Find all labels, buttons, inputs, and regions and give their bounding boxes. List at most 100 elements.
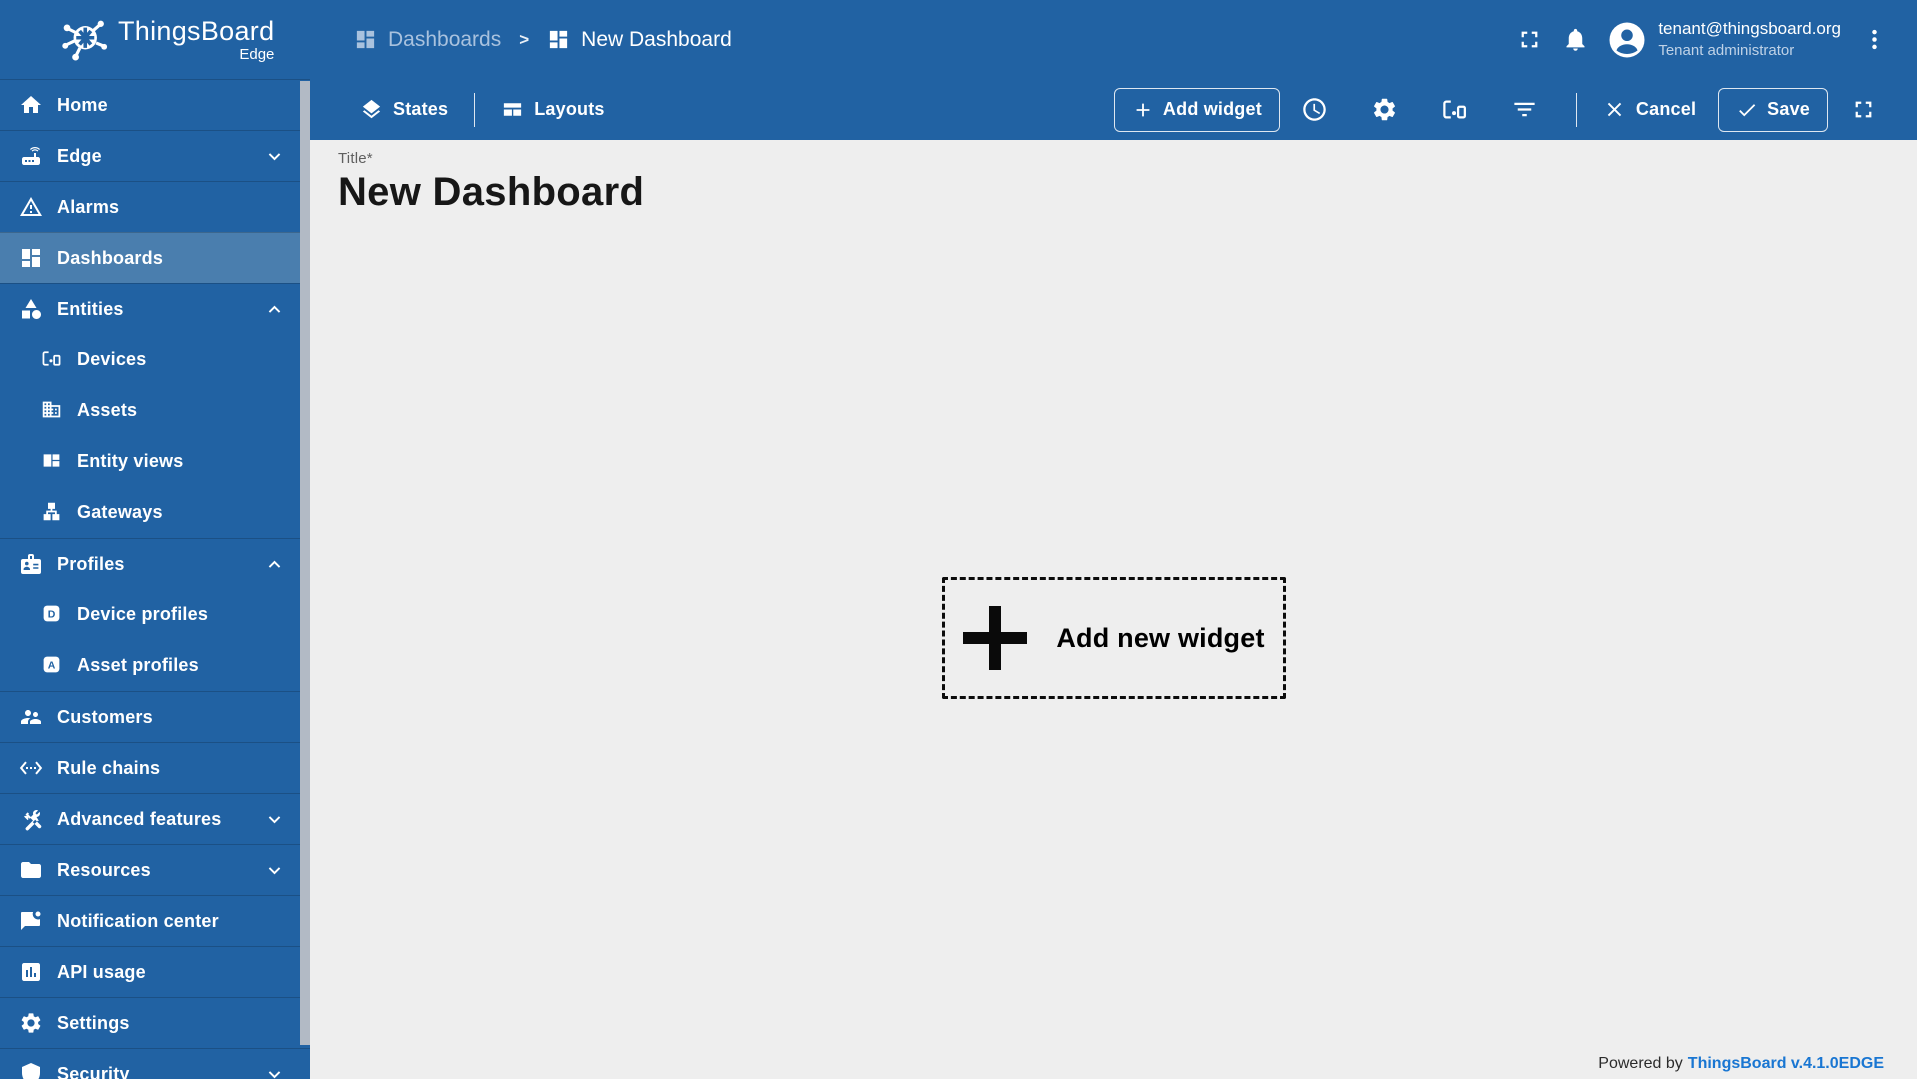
sidebar-item-alarms[interactable]: Alarms [0, 181, 310, 232]
states-layers-icon [362, 99, 381, 119]
sidebar-item-security[interactable]: Security [0, 1048, 310, 1079]
toolbar-divider [1575, 92, 1577, 127]
sidebar-item-notification-center[interactable]: Notification center [0, 895, 310, 946]
powered-by-text: Powered by [1598, 1055, 1683, 1072]
sidebar-item-home[interactable]: Home [0, 79, 310, 130]
sidebar-item-advanced-features[interactable]: Advanced features [0, 793, 310, 844]
sidebar-item-gateways[interactable]: Gateways [0, 487, 310, 538]
breadcrumb-dashboards[interactable]: Dashboards [354, 28, 501, 52]
cancel-button[interactable]: Cancel [1593, 90, 1706, 129]
resources-folder-icon [19, 858, 43, 882]
sidebar-item-edge[interactable]: Edge [0, 130, 310, 181]
sidebar-item-label: Notification center [57, 910, 219, 931]
sidebar-item-label: Devices [77, 349, 147, 369]
advanced-features-icon [19, 807, 43, 831]
dashboard-title-block: Title* New Dashboard [338, 150, 1917, 215]
sidebar-item-label: Dashboards [57, 247, 164, 268]
dashboards-icon [550, 30, 568, 49]
sidebar-item-customers[interactable]: Customers [0, 691, 310, 742]
scrollbar-thumb[interactable] [300, 81, 310, 1045]
brand-name: ThingsBoard [118, 16, 275, 46]
more-vert-icon[interactable] [1851, 17, 1897, 63]
sidebar-item-entities[interactable]: Entities [0, 283, 310, 334]
dashboard-title[interactable]: New Dashboard [338, 170, 1917, 215]
user-email: tenant@thingsboard.org [1658, 18, 1841, 38]
sidebar-item-label: Gateways [77, 502, 163, 522]
sidebar-item-label: Home [57, 94, 108, 115]
sidebar-item-assets[interactable]: Assets [0, 385, 310, 436]
sidebar-item-devices[interactable]: Devices [0, 334, 310, 385]
chevron-down-icon [263, 1063, 286, 1079]
notifications-bell-icon[interactable] [1552, 17, 1598, 63]
plus-icon [1136, 103, 1150, 116]
sidebar-item-asset-profiles[interactable]: A Asset profiles [0, 640, 310, 691]
chevron-down-icon [263, 808, 286, 831]
fullscreen-icon[interactable] [1506, 17, 1552, 63]
sidebar-item-label: Security [57, 1063, 130, 1079]
account-circle-icon[interactable] [1606, 19, 1648, 61]
filter-icon[interactable] [1501, 86, 1549, 134]
customers-icon [19, 705, 43, 729]
title-field-label: Title* [338, 150, 373, 167]
sidebar-item-label: Device profiles [77, 604, 209, 624]
brand-logo[interactable]: ThingsBoard Edge [0, 13, 310, 67]
top-header: ThingsBoard Edge Dashboards > New Dashbo… [0, 0, 1917, 79]
sidebar-scrollbar[interactable] [300, 79, 310, 1079]
sidebar-item-device-profiles[interactable]: D Device profiles [0, 589, 310, 640]
device-profiles-letter-icon: D [41, 603, 62, 627]
add-widget-button[interactable]: Add widget [1113, 87, 1280, 132]
sidebar-item-settings[interactable]: Settings [0, 997, 310, 1048]
sidebar-item-label: Settings [57, 1012, 130, 1033]
sidebar-item-label: Customers [57, 706, 153, 727]
breadcrumb: Dashboards > New Dashboard [354, 28, 732, 52]
sidebar-item-resources[interactable]: Resources [0, 844, 310, 895]
entity-aliases-icon[interactable] [1431, 86, 1479, 134]
security-shield-icon [19, 1062, 43, 1079]
sidebar-item-label: Alarms [57, 196, 120, 217]
sidebar-item-label: Entity views [77, 451, 184, 471]
breadcrumb-label: Dashboards [388, 27, 502, 51]
states-button[interactable]: States [350, 90, 458, 129]
entities-category-icon [19, 297, 43, 321]
user-info[interactable]: tenant@thingsboard.org Tenant administra… [1658, 18, 1841, 61]
dashboards-icon [19, 246, 43, 270]
fullscreen-icon[interactable] [1839, 86, 1887, 134]
sidebar-item-label: Rule chains [57, 757, 161, 778]
devices-icon [41, 348, 62, 372]
asset-profiles-letter-icon: A [41, 654, 62, 678]
chevron-down-icon [263, 859, 286, 882]
dashboards-icon [356, 30, 375, 49]
chevron-up-icon [263, 298, 286, 321]
sidebar-item-label: API usage [57, 961, 146, 982]
dashboard-settings-gear-icon[interactable] [1361, 86, 1409, 134]
version-link[interactable]: ThingsBoard v.4.1.0EDGE [1688, 1055, 1884, 1072]
time-window-clock-icon[interactable] [1291, 86, 1339, 134]
layouts-button[interactable]: Layouts [491, 90, 614, 129]
toolbar-divider [474, 92, 476, 127]
chevron-up-icon [263, 553, 286, 576]
user-role: Tenant administrator [1658, 41, 1795, 59]
breadcrumb-current-new-dashboard: New Dashboard [547, 28, 732, 52]
sidebar-item-label: Asset profiles [77, 655, 199, 675]
plus-icon [962, 605, 1028, 671]
add-new-widget-box[interactable]: Add new widget [941, 577, 1286, 699]
sidebar-item-entity-views[interactable]: Entity views [0, 436, 310, 487]
sidebar-item-label: Entities [57, 298, 124, 319]
entity-views-icon [41, 450, 62, 474]
dashboard-canvas: Title* New Dashboard Add new widget Powe… [310, 140, 1917, 1079]
check-icon [1739, 103, 1756, 116]
notification-center-icon [19, 909, 43, 933]
sidebar-item-profiles[interactable]: Profiles [0, 538, 310, 589]
profiles-badge-icon [19, 552, 43, 576]
sidebar-item-label: Resources [57, 859, 151, 880]
sidebar-item-api-usage[interactable]: API usage [0, 946, 310, 997]
chevron-down-icon [263, 145, 286, 168]
sidebar: Home Edge Alarms Dashboards Entities Devices A… [0, 79, 310, 1079]
alarms-warning-icon [19, 195, 43, 219]
sidebar-item-dashboards[interactable]: Dashboards [0, 232, 310, 283]
powered-by: Powered by ThingsBoard v.4.1.0EDGE [1598, 1055, 1884, 1073]
sidebar-item-label: Edge [57, 145, 102, 166]
sidebar-item-rule-chains[interactable]: Rule chains [0, 742, 310, 793]
dashboard-toolbar: States Layouts Add widget Cancel Save [310, 79, 1917, 140]
save-button[interactable]: Save [1718, 87, 1828, 132]
